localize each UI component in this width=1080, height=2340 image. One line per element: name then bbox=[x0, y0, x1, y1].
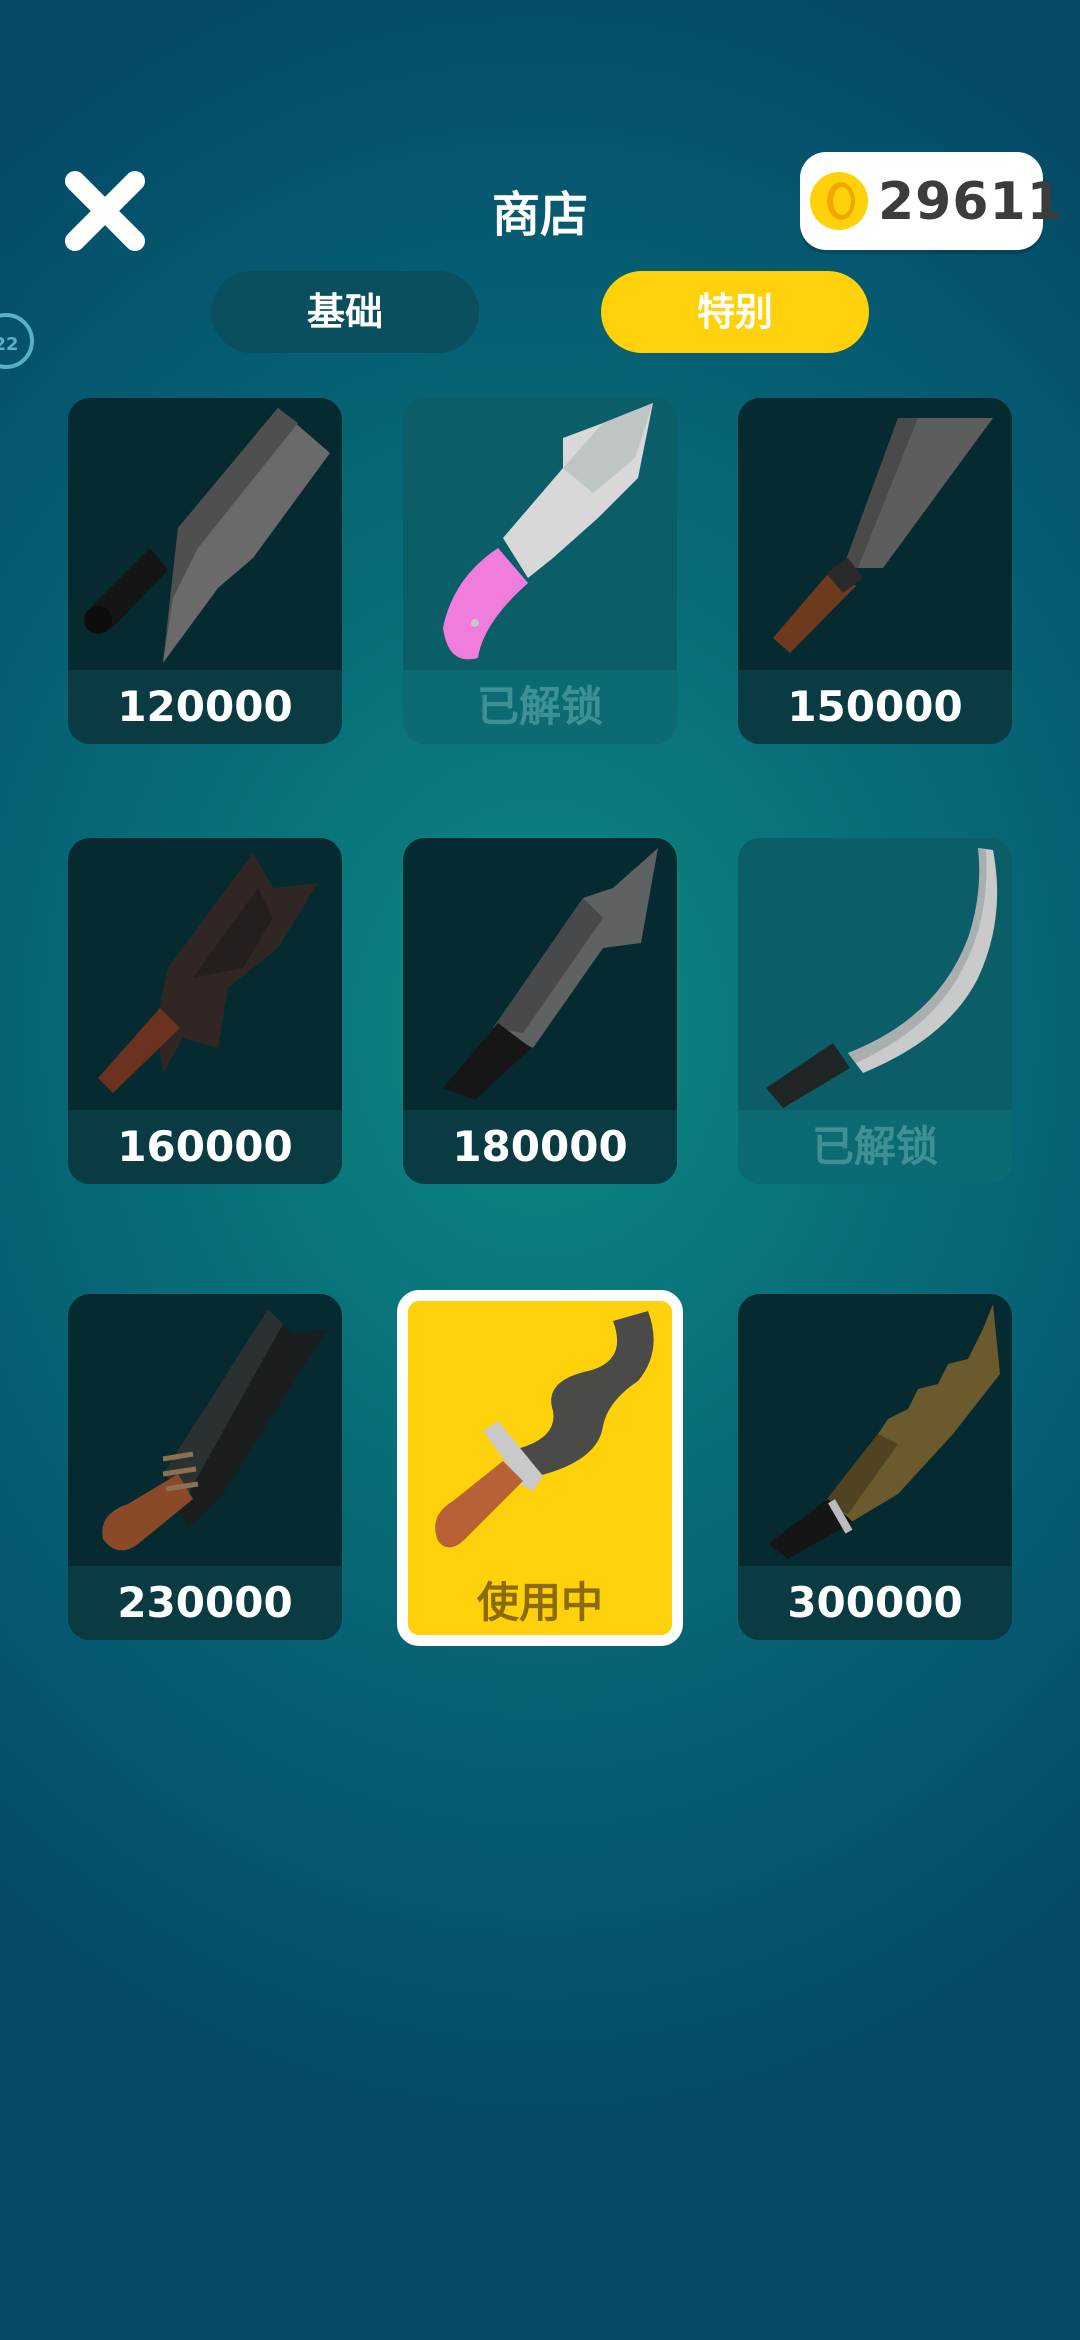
coin-counter: 29611 bbox=[800, 152, 1063, 250]
tab-basic[interactable]: 基础 bbox=[211, 271, 479, 353]
item-price: 300000 bbox=[738, 1566, 1012, 1640]
spear-knife-icon bbox=[443, 848, 658, 1100]
item-price: 150000 bbox=[738, 670, 1012, 744]
item-price: 120000 bbox=[68, 670, 342, 744]
nakiri-knife-icon bbox=[773, 418, 993, 653]
item-status: 使用中 bbox=[408, 1573, 672, 1635]
shop-item-9[interactable]: 300000 bbox=[738, 1294, 1012, 1640]
shop-item-7[interactable]: 230000 bbox=[68, 1294, 342, 1640]
item-status: 已解锁 bbox=[403, 670, 677, 744]
jagged-cleaver-icon bbox=[98, 853, 318, 1093]
item-price: 160000 bbox=[68, 1110, 342, 1184]
shop-item-3[interactable]: 150000 bbox=[738, 398, 1012, 744]
shop-item-4[interactable]: 160000 bbox=[68, 838, 342, 1184]
shop-item-5[interactable]: 180000 bbox=[403, 838, 677, 1184]
coin-icon bbox=[810, 172, 868, 230]
shop-item-6[interactable]: 已解锁 bbox=[738, 838, 1012, 1184]
cleaver-icon bbox=[84, 408, 330, 663]
item-price: 180000 bbox=[403, 1110, 677, 1184]
item-price: 230000 bbox=[68, 1566, 342, 1640]
shop-item-8[interactable]: 使用中 bbox=[397, 1290, 683, 1646]
curved-blade-icon bbox=[766, 848, 998, 1108]
item-status: 已解锁 bbox=[738, 1110, 1012, 1184]
shop-item-1[interactable]: 120000 bbox=[68, 398, 342, 744]
coin-count: 29611 bbox=[878, 172, 1064, 232]
tab-special[interactable]: 特别 bbox=[601, 271, 869, 353]
pink-handle-knife-icon bbox=[443, 403, 653, 660]
side-badge[interactable]: 22 bbox=[0, 313, 34, 369]
machete-icon bbox=[102, 1309, 328, 1551]
kris-dagger-icon bbox=[435, 1311, 654, 1548]
serrated-blade-icon bbox=[768, 1304, 1000, 1559]
shop-item-2[interactable]: 已解锁 bbox=[403, 398, 677, 744]
